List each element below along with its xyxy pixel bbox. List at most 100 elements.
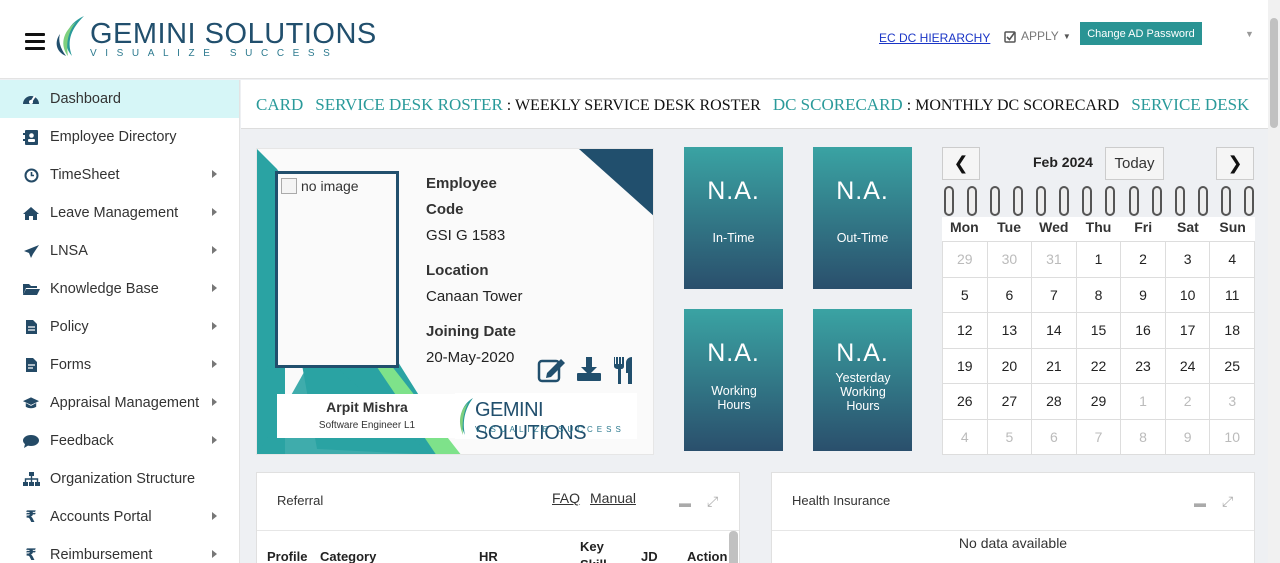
- calendar-day[interactable]: 14: [1032, 313, 1077, 349]
- expand-icon[interactable]: ⤢: [1222, 493, 1233, 510]
- column-header: HR: [479, 549, 498, 563]
- comment-icon: [22, 432, 40, 450]
- calendar-day[interactable]: 2: [1165, 384, 1211, 420]
- spiral-ring: [1151, 186, 1162, 216]
- sitemap-icon: [22, 470, 40, 488]
- hamburger-menu-icon[interactable]: [25, 33, 45, 51]
- calendar-day[interactable]: 17: [1165, 313, 1211, 349]
- sidebar-item-forms[interactable]: Forms: [0, 346, 239, 384]
- calendar-day[interactable]: 9: [1121, 277, 1166, 313]
- user-menu-caret-icon[interactable]: ▼: [1245, 29, 1254, 39]
- calendar-day[interactable]: 7: [1076, 419, 1122, 455]
- calendar-day[interactable]: 5: [987, 419, 1033, 455]
- card-logo-tagline: VISUALIZE SUCCESS: [475, 425, 625, 434]
- marquee-lead[interactable]: CARD: [256, 95, 303, 114]
- calendar-weekday-header: Mon Tue Wed Thu Fri Sat Sun: [942, 217, 1255, 241]
- calendar-day[interactable]: 5: [943, 277, 988, 313]
- spiral-ring: [1059, 186, 1070, 216]
- calendar-day[interactable]: 10: [1165, 277, 1211, 313]
- chevron-right-icon: [212, 550, 217, 558]
- calendar-day[interactable]: 6: [987, 277, 1033, 313]
- calendar-day[interactable]: 1: [1076, 242, 1122, 278]
- calendar-day[interactable]: 4: [1210, 242, 1255, 278]
- calendar-day[interactable]: 9: [1165, 419, 1211, 455]
- calendar-day[interactable]: 29: [1076, 384, 1122, 420]
- calendar-day[interactable]: 21: [1032, 348, 1077, 384]
- spiral-ring: [1243, 186, 1254, 216]
- calendar-day[interactable]: 19: [943, 348, 988, 384]
- calendar-day[interactable]: 23: [1121, 348, 1166, 384]
- minimize-icon[interactable]: ▬: [1194, 496, 1206, 510]
- sidebar-item-appraisal-management[interactable]: Appraisal Management: [0, 384, 239, 422]
- marquee-title[interactable]: SERVICE DESK ROSTER: [315, 95, 503, 114]
- rupee-icon: ₹: [25, 509, 37, 526]
- calendar-day[interactable]: 11: [1210, 277, 1255, 313]
- out-time-tile: N.A. Out-Time: [813, 147, 912, 289]
- calendar-day[interactable]: 16: [1121, 313, 1166, 349]
- sidebar-item-lnsa[interactable]: LNSA: [0, 232, 239, 270]
- sidebar-item-label: Appraisal Management: [50, 395, 200, 411]
- calendar-day[interactable]: 4: [943, 419, 988, 455]
- calendar-day[interactable]: 13: [987, 313, 1033, 349]
- calendar-prev-button[interactable]: ❮: [942, 147, 980, 180]
- marquee-title[interactable]: SERVICE DESK: [1131, 95, 1249, 114]
- company-logo[interactable]: GEMINI SOLUTIONS VISUALIZE SUCCESS: [54, 14, 384, 64]
- sidebar-item-employee-directory[interactable]: Employee Directory: [0, 118, 239, 156]
- column-header: Category: [320, 549, 377, 563]
- calendar-day[interactable]: 25: [1210, 348, 1255, 384]
- calendar-day[interactable]: 22: [1076, 348, 1122, 384]
- calendar-day[interactable]: 8: [1076, 277, 1122, 313]
- calendar-day[interactable]: 6: [1032, 419, 1077, 455]
- sidebar-item-leave-management[interactable]: Leave Management: [0, 194, 239, 232]
- expand-icon[interactable]: ⤢: [707, 493, 718, 510]
- calendar-day[interactable]: 3: [1210, 384, 1255, 420]
- announcement-marquee[interactable]: CARD SERVICE DESK ROSTER : WEEKLY SERVIC…: [241, 80, 1268, 129]
- page-scrollbar[interactable]: [1268, 0, 1280, 563]
- calendar-day[interactable]: 20: [987, 348, 1033, 384]
- ec-dc-hierarchy-link[interactable]: EC DC HIERARCHY: [879, 31, 990, 45]
- calendar-day[interactable]: 7: [1032, 277, 1077, 313]
- calendar-day[interactable]: 31: [1032, 242, 1077, 278]
- employee-photo: no image: [275, 171, 399, 368]
- apply-label: APPLY: [1021, 29, 1059, 43]
- faq-link[interactable]: FAQ: [552, 490, 580, 506]
- calendar-day[interactable]: 8: [1121, 419, 1166, 455]
- calendar-today-button[interactable]: Today: [1105, 147, 1164, 180]
- apply-dropdown[interactable]: APPLY ▼: [1004, 29, 1071, 43]
- cutlery-icon[interactable]: [611, 355, 637, 385]
- calendar-day[interactable]: 29: [943, 242, 988, 278]
- marquee-title[interactable]: DC SCORECARD: [773, 95, 903, 114]
- sidebar-item-timesheet[interactable]: TimeSheet: [0, 156, 239, 194]
- sidebar-item-label: Forms: [50, 357, 92, 373]
- manual-link[interactable]: Manual: [590, 490, 636, 506]
- calendar-day[interactable]: 18: [1210, 313, 1255, 349]
- referral-title: Referral: [277, 493, 324, 508]
- edit-icon[interactable]: [537, 355, 567, 383]
- sidebar-item-policy[interactable]: Policy: [0, 308, 239, 346]
- calendar-day[interactable]: 3: [1165, 242, 1211, 278]
- calendar-day[interactable]: 27: [987, 384, 1033, 420]
- calendar-next-button[interactable]: ❯: [1216, 147, 1254, 180]
- calendar-day[interactable]: 1: [1121, 384, 1166, 420]
- sidebar-item-dashboard[interactable]: Dashboard: [0, 80, 239, 118]
- column-header: JD: [641, 549, 658, 563]
- calendar-day[interactable]: 28: [1032, 384, 1077, 420]
- download-icon[interactable]: [575, 355, 603, 383]
- minimize-icon[interactable]: ▬: [679, 496, 691, 510]
- calendar-day[interactable]: 15: [1076, 313, 1122, 349]
- sidebar-item-accounts-portal[interactable]: ₹ Accounts Portal: [0, 498, 239, 536]
- calendar-day[interactable]: 2: [1121, 242, 1166, 278]
- employee-id-card: no image Employee Code GSI G 1583 Locati…: [256, 148, 654, 455]
- calendar-day[interactable]: 12: [943, 313, 988, 349]
- sidebar-item-feedback[interactable]: Feedback: [0, 422, 239, 460]
- scrollbar-thumb[interactable]: [1270, 18, 1278, 128]
- sidebar-item-reimbursement[interactable]: ₹ Reimbursement: [0, 536, 239, 563]
- calendar-day[interactable]: 30: [987, 242, 1033, 278]
- calendar-day[interactable]: 24: [1165, 348, 1211, 384]
- sidebar-item-organization-structure[interactable]: Organization Structure: [0, 460, 239, 498]
- sidebar-item-knowledge-base[interactable]: Knowledge Base: [0, 270, 239, 308]
- calendar-day[interactable]: 10: [1210, 419, 1255, 455]
- calendar-day[interactable]: 26: [943, 384, 988, 420]
- referral-scrollbar[interactable]: [729, 531, 738, 563]
- change-ad-password-button[interactable]: Change AD Password: [1080, 22, 1202, 45]
